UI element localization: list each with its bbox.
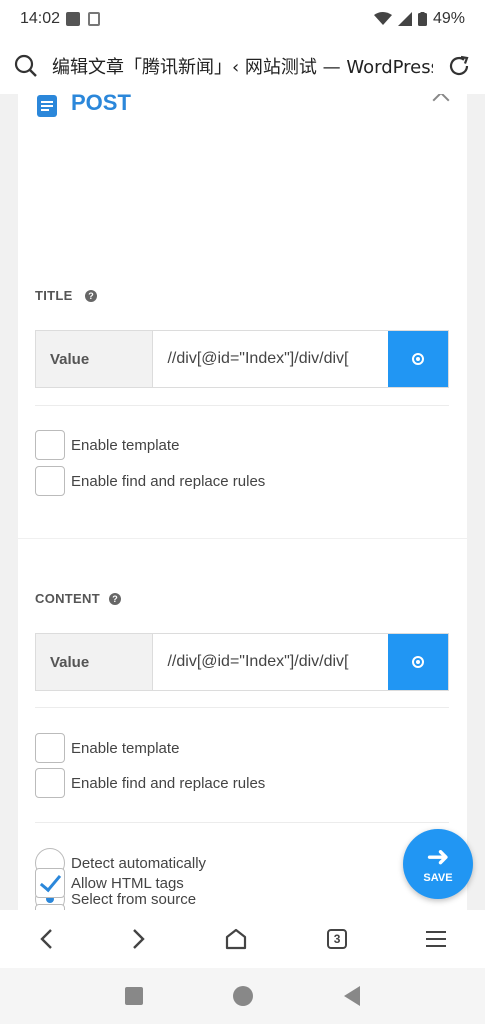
tabs-count-button[interactable]: 3 xyxy=(327,929,348,949)
back-triangle-icon[interactable] xyxy=(343,986,360,1006)
content-xpath-field: Value //div[@id="Index"]/div/div[ xyxy=(35,633,449,691)
help-icon[interactable]: ? xyxy=(85,290,97,302)
checkbox-label: Allow HTML tags xyxy=(71,874,184,892)
browser-bottom-nav: 3 xyxy=(0,910,485,968)
title-select-element-button[interactable] xyxy=(388,331,448,387)
card-header[interactable]: POST xyxy=(18,94,467,128)
status-bar: 14:02 49% xyxy=(0,0,485,38)
signal-icon xyxy=(397,12,412,26)
content-enable-template[interactable]: Enable template xyxy=(35,733,179,763)
post-list-icon xyxy=(37,95,57,117)
home-icon[interactable] xyxy=(224,928,248,950)
content-select-element-button[interactable] xyxy=(388,634,448,690)
checkbox-label: Enable template xyxy=(71,739,180,757)
content-field-label: Value xyxy=(36,634,154,690)
content-section-label: CONTENT xyxy=(35,591,100,606)
home-circle-icon[interactable] xyxy=(233,986,254,1006)
divider xyxy=(35,405,449,406)
browser-url-bar: 编辑文章「腾讯新闻」‹ 网站测试 — WordPress xyxy=(0,38,485,94)
title-enable-template[interactable]: Enable template xyxy=(35,430,179,460)
reload-icon[interactable] xyxy=(447,54,471,78)
checkbox-label: Enable find and replace rules xyxy=(71,472,266,490)
help-icon[interactable]: ? xyxy=(109,593,121,605)
divider xyxy=(35,707,449,708)
wifi-icon xyxy=(373,12,392,25)
checkbox[interactable] xyxy=(35,868,65,898)
title-xpath-field: Value //div[@id="Index"]/div/div[ xyxy=(35,330,449,388)
system-nav-bar xyxy=(0,968,485,1024)
battery-icon xyxy=(417,12,427,26)
checkbox[interactable] xyxy=(35,768,65,798)
post-settings-card: POST TITLE ? Value //div[@id="Index"]/di… xyxy=(18,94,467,910)
forward-icon[interactable] xyxy=(132,928,146,950)
search-icon[interactable] xyxy=(14,54,38,78)
title-xpath-input[interactable]: //div[@id="Index"]/div/div[ xyxy=(153,331,388,387)
clock: 14:02 xyxy=(20,10,61,27)
section-divider xyxy=(18,538,467,539)
save-label: SAVE xyxy=(423,872,453,884)
title-enable-find-replace[interactable]: Enable find and replace rules xyxy=(35,466,265,496)
checkbox[interactable] xyxy=(35,733,65,763)
allow-html-tags[interactable]: Allow HTML tags xyxy=(35,868,184,898)
battery-percent: 49% xyxy=(432,10,465,27)
menu-icon[interactable] xyxy=(425,931,446,947)
notification-icon xyxy=(66,12,81,26)
url-text[interactable]: 编辑文章「腾讯新闻」‹ 网站测试 — WordPress xyxy=(52,53,433,79)
target-icon xyxy=(412,656,425,668)
page-content: POST TITLE ? Value //div[@id="Index"]/di… xyxy=(0,94,485,910)
checkbox-label: Enable template xyxy=(71,436,180,454)
divider xyxy=(35,822,449,823)
checkbox-label: Enable find and replace rules xyxy=(71,774,266,792)
card-title: POST xyxy=(71,94,131,115)
checkbox[interactable] xyxy=(35,430,65,460)
checkbox[interactable] xyxy=(35,466,65,496)
chevron-up-icon[interactable] xyxy=(432,94,450,109)
document-notification-icon xyxy=(88,12,101,26)
content-xpath-input[interactable]: //div[@id="Index"]/div/div[ xyxy=(153,634,388,690)
title-section-label: TITLE xyxy=(35,288,73,303)
back-icon[interactable] xyxy=(39,928,53,950)
save-button[interactable]: ➜ SAVE xyxy=(403,829,473,899)
arrow-right-icon: ➜ xyxy=(426,841,450,872)
target-icon xyxy=(412,353,425,365)
title-field-label: Value xyxy=(36,331,154,387)
content-enable-find-replace[interactable]: Enable find and replace rules xyxy=(35,768,265,798)
recents-icon[interactable] xyxy=(125,987,144,1005)
